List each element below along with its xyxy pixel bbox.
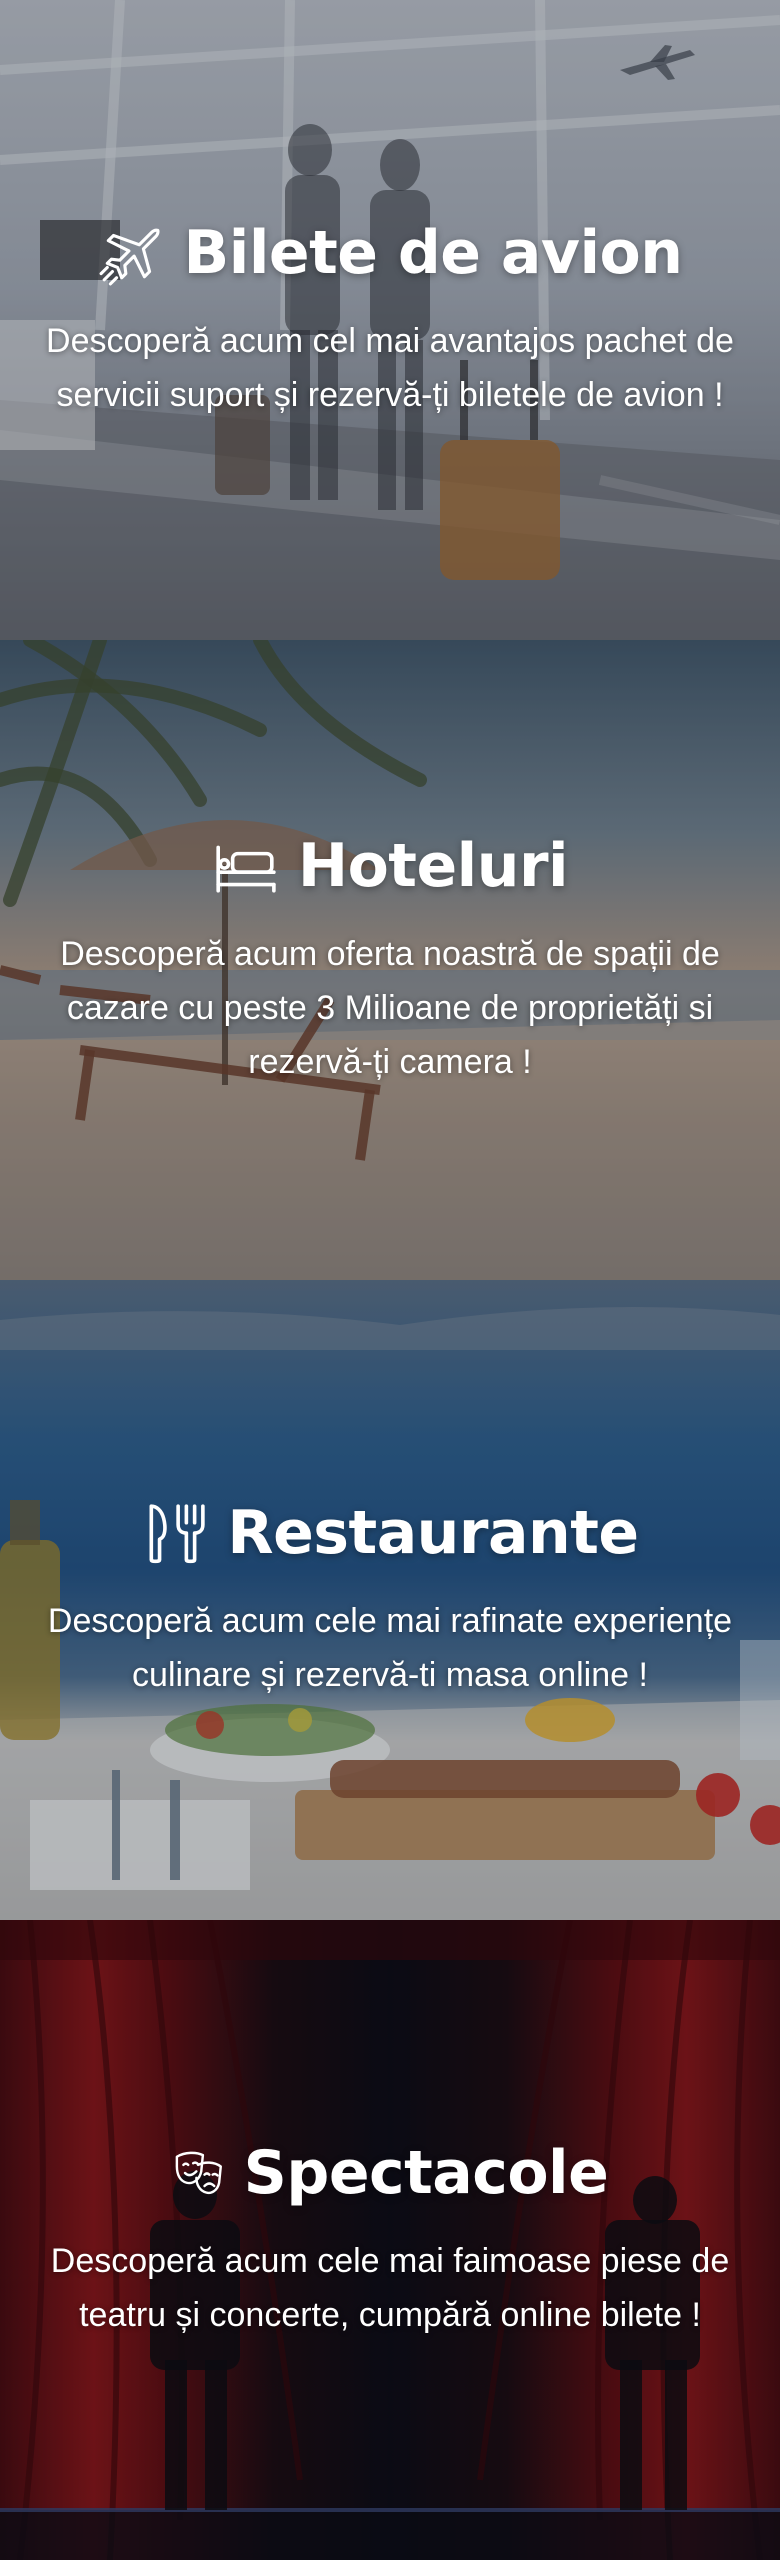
bed-icon <box>216 845 276 893</box>
restaurants-title-row: Restaurante <box>141 1498 639 1568</box>
fork-knife-icon <box>149 1504 206 1564</box>
restaurants-description: Descoperă acum cele mai rafinate experie… <box>47 1602 733 1694</box>
restaurants-title[interactable]: Restaurante <box>227 1498 639 1568</box>
shows-description: Descoperă acum cele mai faimoase piese d… <box>50 2242 730 2334</box>
shows-title-row: Spectacole <box>172 2138 609 2208</box>
shows-content: Spectacole Descoperă acum cele mai faimo… <box>0 2138 780 2342</box>
restaurants-content: Restaurante Descoperă acum cele mai rafi… <box>0 1498 780 1702</box>
hotels-description: Descoperă acum oferta noastră de spații … <box>60 935 720 1081</box>
flights-title[interactable]: Bilete de avion <box>184 218 683 288</box>
hotels-section[interactable]: Hoteluri Descoperă acum oferta noastră d… <box>0 640 780 1280</box>
shows-section[interactable]: Spectacole Descoperă acum cele mai faimo… <box>0 1920 780 2560</box>
flights-section[interactable]: Bilete de avion Descoperă acum cel mai a… <box>0 0 780 640</box>
flights-content: Bilete de avion Descoperă acum cel mai a… <box>0 218 780 422</box>
hotels-content: Hoteluri Descoperă acum oferta noastră d… <box>0 831 780 1089</box>
theater-masks-icon <box>175 2151 222 2195</box>
hotels-title-row: Hoteluri <box>212 831 569 901</box>
flights-description: Descoperă acum cel mai avantajos pachet … <box>46 322 734 414</box>
airplane-icon <box>99 228 160 286</box>
restaurants-section[interactable]: Restaurante Descoperă acum cele mai rafi… <box>0 1280 780 1920</box>
flights-title-row: Bilete de avion <box>98 218 683 288</box>
hotels-title[interactable]: Hoteluri <box>298 831 569 901</box>
shows-title[interactable]: Spectacole <box>244 2138 609 2208</box>
